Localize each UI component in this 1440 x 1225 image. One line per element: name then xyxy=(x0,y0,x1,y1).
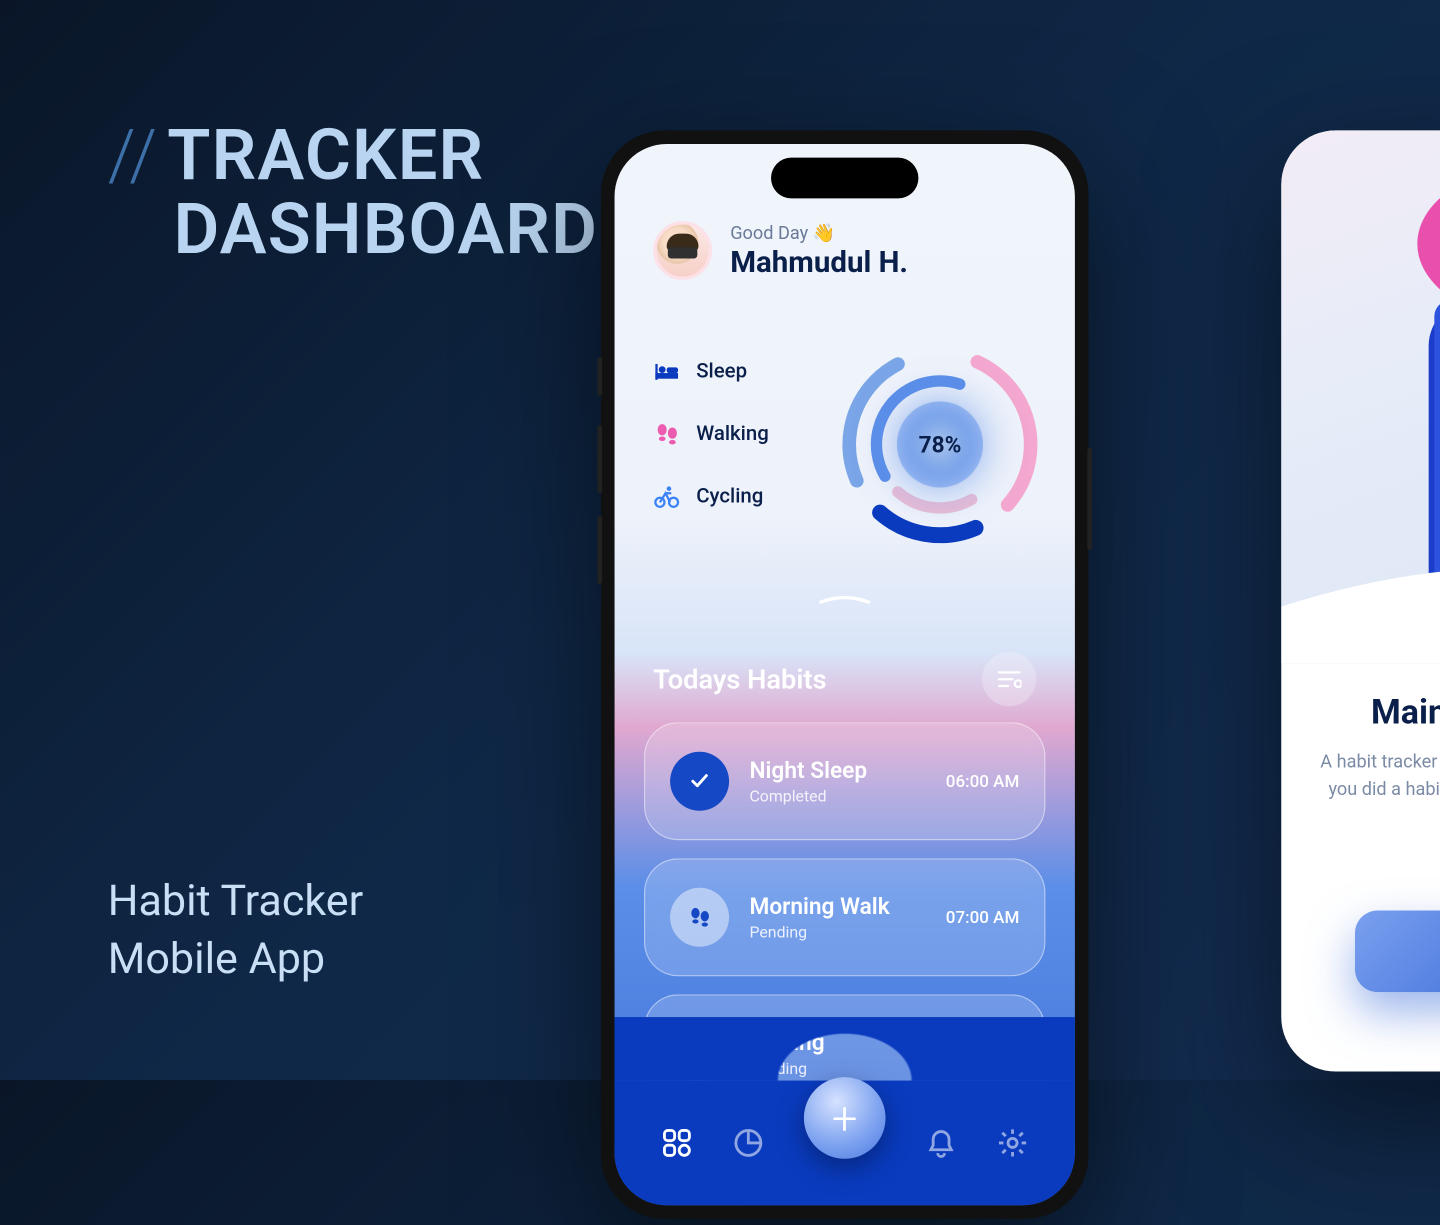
phone-mockup: Good Day 👋 Mahmudul H. Sleep Walking Cyc… xyxy=(601,130,1089,1219)
add-habit-button[interactable]: + xyxy=(804,1077,886,1159)
slash-decor: // xyxy=(108,115,158,198)
habit-status: Completed xyxy=(749,788,925,806)
nav-home[interactable] xyxy=(661,1127,693,1159)
footsteps-icon xyxy=(687,905,712,930)
progress-percent: 78% xyxy=(897,401,983,487)
app-screen: Good Day 👋 Mahmudul H. Sleep Walking Cyc… xyxy=(615,144,1075,1205)
legend-label: Walking xyxy=(696,422,769,446)
check-icon xyxy=(687,769,712,794)
footsteps-icon xyxy=(653,422,680,445)
habit-title: Night Sleep xyxy=(749,756,925,783)
onboarding-hero-image xyxy=(1281,130,1440,663)
bottom-nav: + xyxy=(615,1081,1075,1206)
habits-heading: Todays Habits xyxy=(653,663,826,695)
progress-ring[interactable]: 78% xyxy=(832,337,1047,552)
legend-walking[interactable]: Walking xyxy=(653,422,769,446)
habit-time: 06:00 AM xyxy=(946,771,1020,791)
avatar[interactable] xyxy=(653,221,712,280)
habit-title: Morning Walk xyxy=(749,892,925,919)
habit-status: Pending xyxy=(749,924,925,942)
onboarding-title: Maintain Daily Habit xyxy=(1313,693,1440,733)
habit-card[interactable]: Night Sleep Completed 06:00 AM xyxy=(644,722,1045,840)
habit-time: 07:00 AM xyxy=(946,907,1020,927)
bed-icon xyxy=(653,360,680,383)
filter-icon xyxy=(997,669,1022,689)
onboarding-body: A habit tracker is a simple way to measu… xyxy=(1313,748,1440,830)
onboarding-card: Maintain Daily Habit A habit tracker is … xyxy=(1281,130,1440,1071)
get-started-button[interactable]: Get Started xyxy=(1355,910,1440,992)
activity-legend: Sleep Walking Cycling xyxy=(653,359,769,508)
filter-button[interactable] xyxy=(982,652,1036,706)
slide-subtitle: Habit Tracker Mobile App xyxy=(108,873,364,989)
bike-icon xyxy=(653,485,680,508)
habit-status-icon[interactable] xyxy=(670,888,729,947)
habit-status-icon[interactable] xyxy=(670,752,729,811)
legend-label: Sleep xyxy=(696,359,747,383)
habit-card[interactable]: Morning Walk Pending 07:00 AM xyxy=(644,858,1045,976)
greeting-text: Good Day 👋 xyxy=(730,222,908,244)
legend-cycling[interactable]: Cycling xyxy=(653,484,769,508)
nav-settings[interactable] xyxy=(996,1127,1028,1159)
nav-notifications[interactable] xyxy=(925,1127,957,1159)
header: Good Day 👋 Mahmudul H. xyxy=(653,221,1036,280)
drag-handle[interactable] xyxy=(819,595,871,602)
slide-title: //TRACKER DASHBOARD xyxy=(108,119,598,267)
username-text: Mahmudul H. xyxy=(730,245,908,279)
nav-stats[interactable] xyxy=(733,1127,765,1159)
legend-label: Cycling xyxy=(696,484,763,508)
legend-sleep[interactable]: Sleep xyxy=(653,359,769,383)
plus-icon: + xyxy=(832,1091,858,1144)
